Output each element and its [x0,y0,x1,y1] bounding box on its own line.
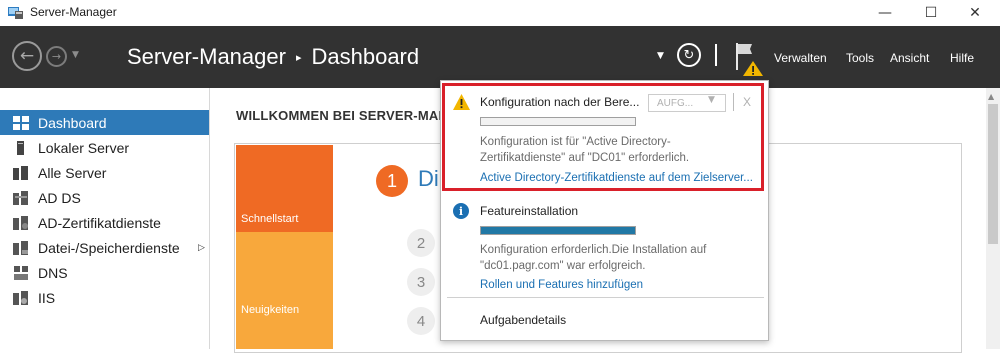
dropdown-arrow-icon[interactable]: ▼ [657,51,664,61]
expand-arrow-icon[interactable]: ▷ [198,243,205,253]
notification-2-link[interactable]: Rollen und Features hinzufügen [480,279,643,291]
breadcrumb-page: Dashboard [311,44,420,69]
breadcrumb-separator-icon: ▸ [295,50,302,64]
notification-2-title: Featureinstallation [480,204,579,218]
server-icon [17,140,24,155]
menu-ansicht[interactable]: Ansicht [890,51,929,65]
task-details-link[interactable]: Aufgabendetails [480,313,566,327]
learn-more-tile[interactable] [236,326,333,349]
sidebar-item-all-servers[interactable]: Alle Server [0,160,209,185]
sidebar-item-label: IIS [38,289,56,306]
warning-icon [453,94,470,110]
server-manager-app-icon [8,7,23,19]
menu-tools[interactable]: Tools [846,51,874,65]
window-title: Server-Manager [30,5,117,19]
notification-2-progress-bar [480,226,636,235]
sidebar-item-dashboard[interactable]: Dashboard [0,110,209,135]
sidebar-item-label: AD DS [38,189,81,206]
iis-icon [13,290,28,305]
notification-1-progress-bar [480,117,636,126]
window-title-bar: Server-Manager — ☐ ✕ [0,0,1000,26]
step-1-badge: 1 [376,165,408,197]
sidebar-item-file-storage[interactable]: Datei-/Speicherdienste ▷ [0,235,209,260]
breadcrumb-root: Server-Manager [127,44,286,69]
notification-2-progress-fill [481,227,635,234]
quickstart-tile-label[interactable]: Schnellstart [241,213,298,225]
welcome-heading: WILLKOMMEN BEI SERVER-MAN [236,108,449,123]
history-dropdown-icon[interactable]: ▼ [72,50,79,60]
sidebar-item-iis[interactable]: IIS [0,285,209,310]
sidebar-item-label: Dashboard [38,114,107,131]
step-2-badge: 2 [407,229,435,257]
maximize-button[interactable]: ☐ [910,0,952,26]
step-1-title[interactable]: Di [418,166,439,192]
sidebar-item-label: AD-Zertifikatdienste [38,214,161,231]
popup-divider [447,297,764,298]
notification-flag-icon[interactable] [733,40,765,76]
action-divider [733,93,734,111]
notification-1-link[interactable]: Active Directory-Zertifikatdienste auf d… [480,172,753,184]
scrollbar-thumb[interactable] [988,104,998,244]
notification-2-desc-line1: Konfiguration erforderlich.Die Installat… [480,244,707,256]
dashboard-icon [13,115,29,130]
sidebar-item-label: Lokaler Server [38,139,130,156]
header-divider [715,44,717,66]
notification-1-desc-line2: Zertifikatdienste" auf "DC01" erforderli… [480,152,690,164]
notification-1-title: Konfiguration nach der Bere... [480,95,640,109]
file-storage-icon [13,240,28,255]
close-button[interactable]: ✕ [954,0,996,26]
header-bar: ← → ▼ Server-Manager ▸ Dashboard ▼ ↻ Ver… [0,26,1000,88]
dropdown-arrow-icon[interactable]: ▼ [708,95,715,105]
refresh-icon[interactable]: ↻ [677,43,701,67]
minimize-button[interactable]: — [864,0,906,26]
servers-icon [13,165,28,180]
step-4-badge: 4 [407,307,435,335]
forward-arrow-icon[interactable]: → [46,46,67,67]
sidebar-item-label: Datei-/Speicherdienste [38,239,180,256]
dismiss-notification-button[interactable]: X [743,95,751,109]
certificate-services-icon [13,215,28,230]
notification-2-desc-line2: "dc01.pagr.com" war erfolgreich. [480,260,646,272]
sidebar-item-dns[interactable]: DNS [0,260,209,285]
menu-verwalten[interactable]: Verwalten [774,51,827,65]
notification-1-desc-line1: Konfiguration ist für "Active Directory- [480,136,671,148]
scroll-up-arrow-icon[interactable]: ▲ [988,92,994,101]
menu-hilfe[interactable]: Hilfe [950,51,974,65]
step-3-badge: 3 [407,268,435,296]
sidebar-item-ad-certificate-services[interactable]: AD-Zertifikatdienste [0,210,209,235]
info-icon: i [453,203,469,219]
news-tile-label[interactable]: Neuigkeiten [241,304,299,316]
ad-ds-icon [13,190,28,205]
sidebar-item-ad-ds[interactable]: AD DS [0,185,209,210]
back-arrow-icon[interactable]: ← [12,41,42,71]
breadcrumb: Server-Manager ▸ Dashboard [127,44,419,70]
sidebar: Dashboard Lokaler Server Alle Server AD … [0,88,210,349]
dns-icon [14,265,28,280]
sidebar-item-local-server[interactable]: Lokaler Server [0,135,209,160]
sidebar-item-label: Alle Server [38,164,107,181]
sidebar-item-label: DNS [38,264,68,281]
